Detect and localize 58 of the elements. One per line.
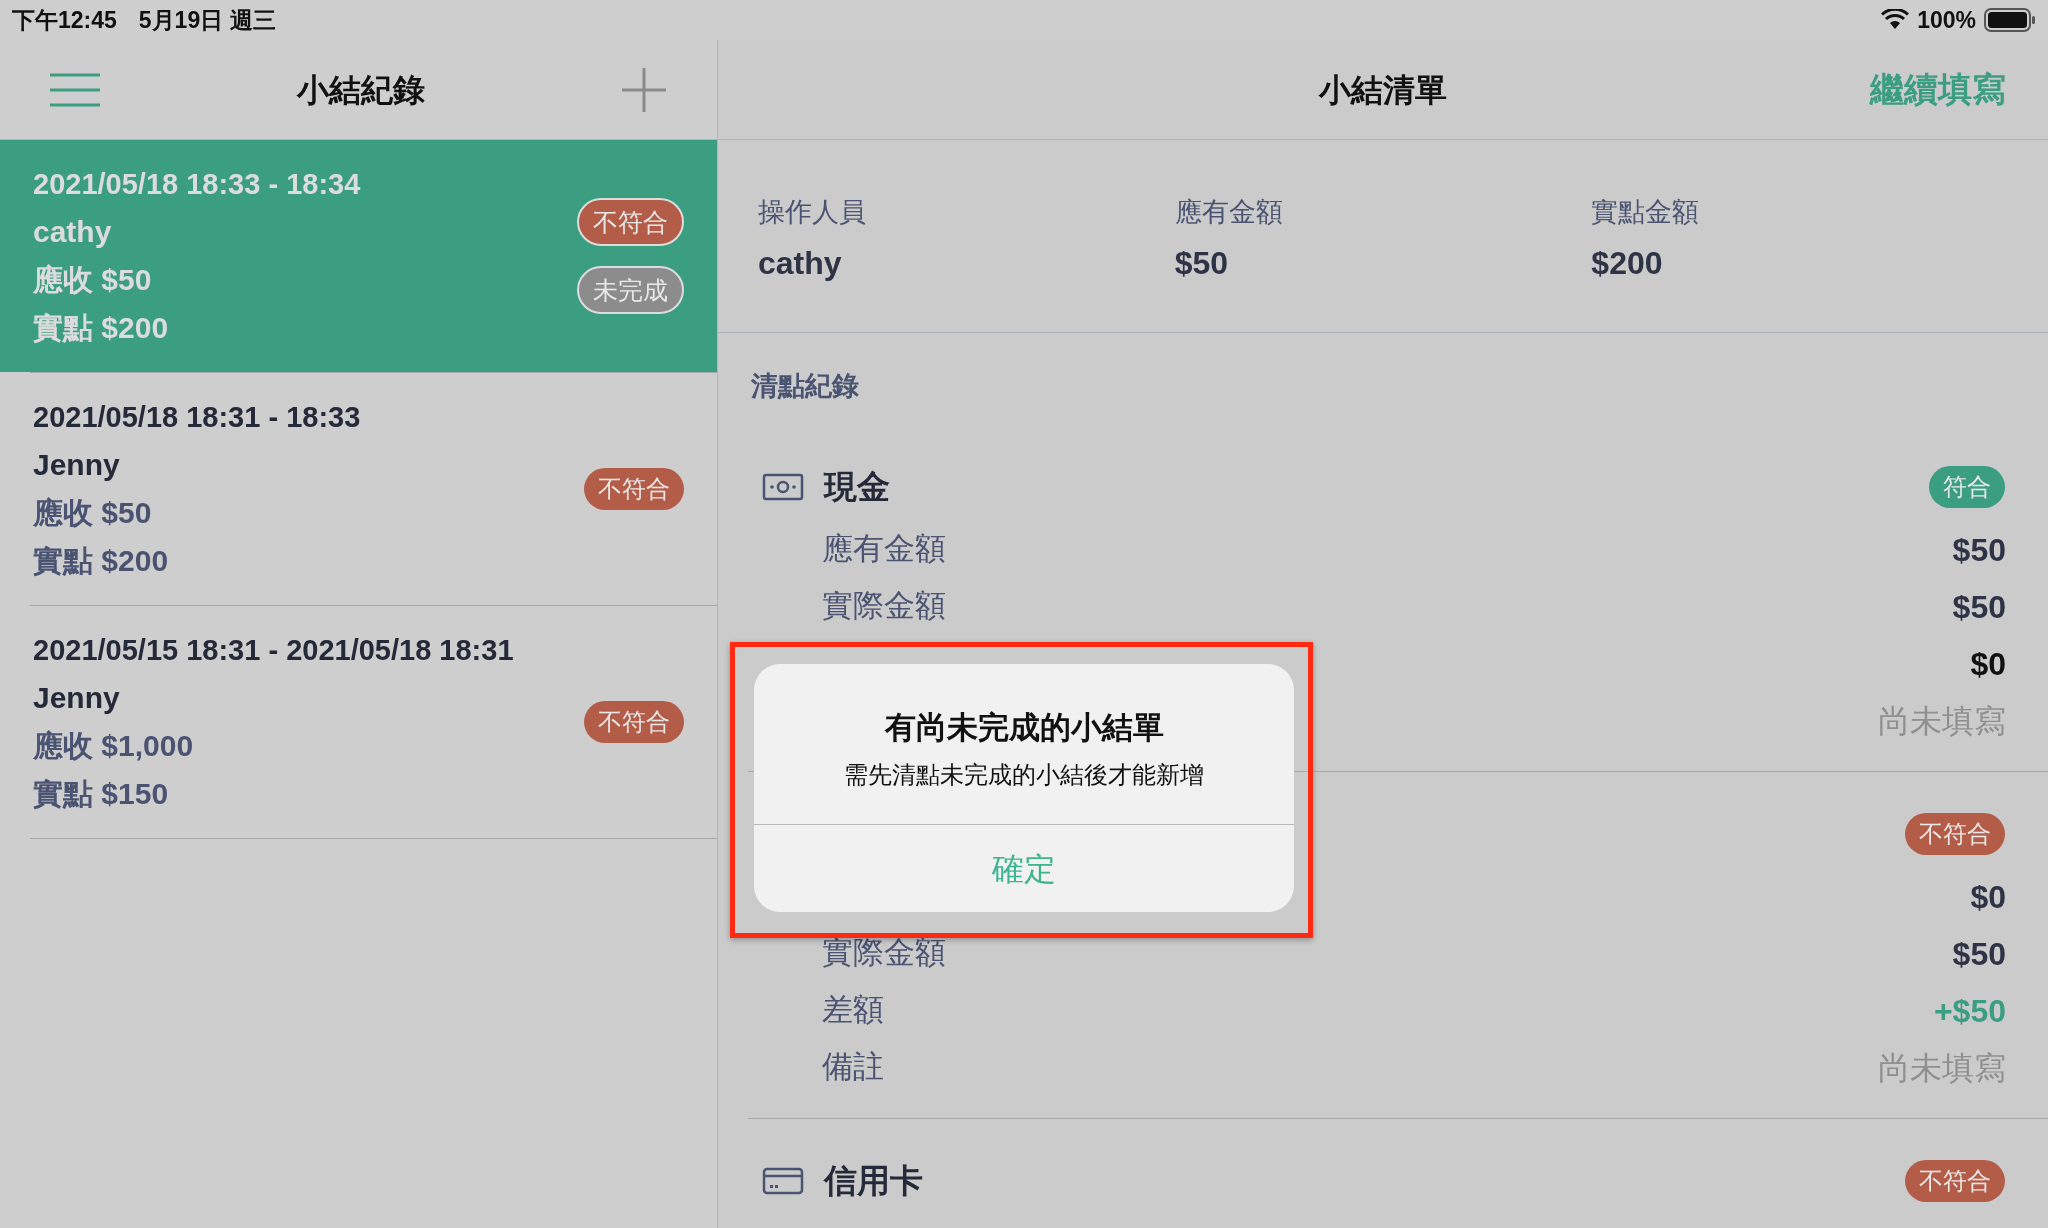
nav-title: 小結清單 — [1319, 70, 1447, 110]
record-operator: cathy — [33, 214, 113, 250]
group-title: 現金 — [824, 467, 890, 508]
row-value: 尚未填寫 — [1878, 1048, 2006, 1088]
status-time: 下午12:45 — [12, 5, 117, 35]
row-value: $0 — [1970, 877, 2006, 917]
summary-value: $50 — [1174, 243, 1230, 283]
credit-card-icon — [762, 1166, 804, 1196]
row-label: 實際金額 — [822, 934, 946, 973]
summary-value: $200 — [1591, 243, 1664, 283]
plus-icon — [622, 67, 666, 112]
continue-button[interactable]: 繼續填寫 — [1870, 64, 2006, 115]
row-label: 應有金額 — [822, 530, 946, 569]
battery-percent: 100% — [1917, 5, 1976, 35]
summary-label: 應有金額 — [1174, 196, 1284, 229]
group-title: 信用卡 — [824, 1161, 923, 1202]
record-counted: 實點 $150 — [33, 776, 170, 812]
wifi-icon — [1881, 9, 1910, 31]
section-title: 清點紀錄 — [751, 371, 859, 401]
status-date: 5月19日 週三 — [138, 5, 276, 35]
row-value: $0 — [1970, 644, 2006, 684]
row-value: $50 — [1952, 934, 2006, 974]
status-badge: 不符合 — [584, 701, 684, 743]
record-period: 2021/05/18 18:33 - 18:34 — [33, 167, 361, 202]
row-value: +$50 — [1933, 991, 2006, 1031]
row-value: $50 — [1952, 530, 2006, 570]
dialog-title: 有尚未完成的小結單 — [884, 708, 1164, 747]
dialog-message: 需先清點未完成的小結後才能新增 — [844, 760, 1204, 791]
row-label: 差額 — [822, 991, 884, 1030]
row-label: 備註 — [822, 1048, 884, 1087]
status-badge: 不符合 — [1905, 813, 2005, 855]
record-operator: Jenny — [33, 680, 121, 716]
record-item[interactable]: 2021/05/18 18:33 - 18:34 cathy 應收 $50 實點 $200 不符合 未完成 — [0, 140, 717, 372]
status-badge: 不符合 — [1905, 1160, 2005, 1202]
nav-title: 小結紀錄 — [296, 70, 425, 110]
banknote-icon — [762, 472, 804, 502]
record-counted: 實點 $200 — [33, 310, 170, 346]
record-period: 2021/05/15 18:31 - 2021/05/18 18:31 — [33, 633, 514, 668]
record-operator: Jenny — [33, 447, 121, 483]
add-button[interactable] — [621, 66, 667, 113]
status-badge: 符合 — [1929, 466, 2005, 508]
summary-label: 實點金額 — [1591, 196, 1701, 229]
battery-icon — [1984, 8, 2036, 32]
summary-label: 操作人員 — [758, 196, 867, 229]
record-expected: 應收 $1,000 — [33, 728, 195, 764]
record-period: 2021/05/18 18:31 - 18:33 — [33, 400, 361, 435]
summary-value: cathy — [758, 243, 843, 283]
status-badge: 不符合 — [577, 198, 684, 246]
row-value: $50 — [1952, 587, 2006, 627]
row-label: 實際金額 — [822, 587, 946, 626]
status-badge: 不符合 — [584, 468, 684, 510]
record-expected: 應收 $50 — [33, 262, 153, 298]
record-counted: 實點 $200 — [33, 543, 170, 579]
confirm-button[interactable]: 確定 — [754, 825, 1294, 912]
status-badge: 未完成 — [577, 266, 684, 314]
row-value: 尚未填寫 — [1878, 701, 2006, 741]
menu-icon — [50, 71, 100, 108]
record-expected: 應收 $50 — [33, 495, 153, 531]
